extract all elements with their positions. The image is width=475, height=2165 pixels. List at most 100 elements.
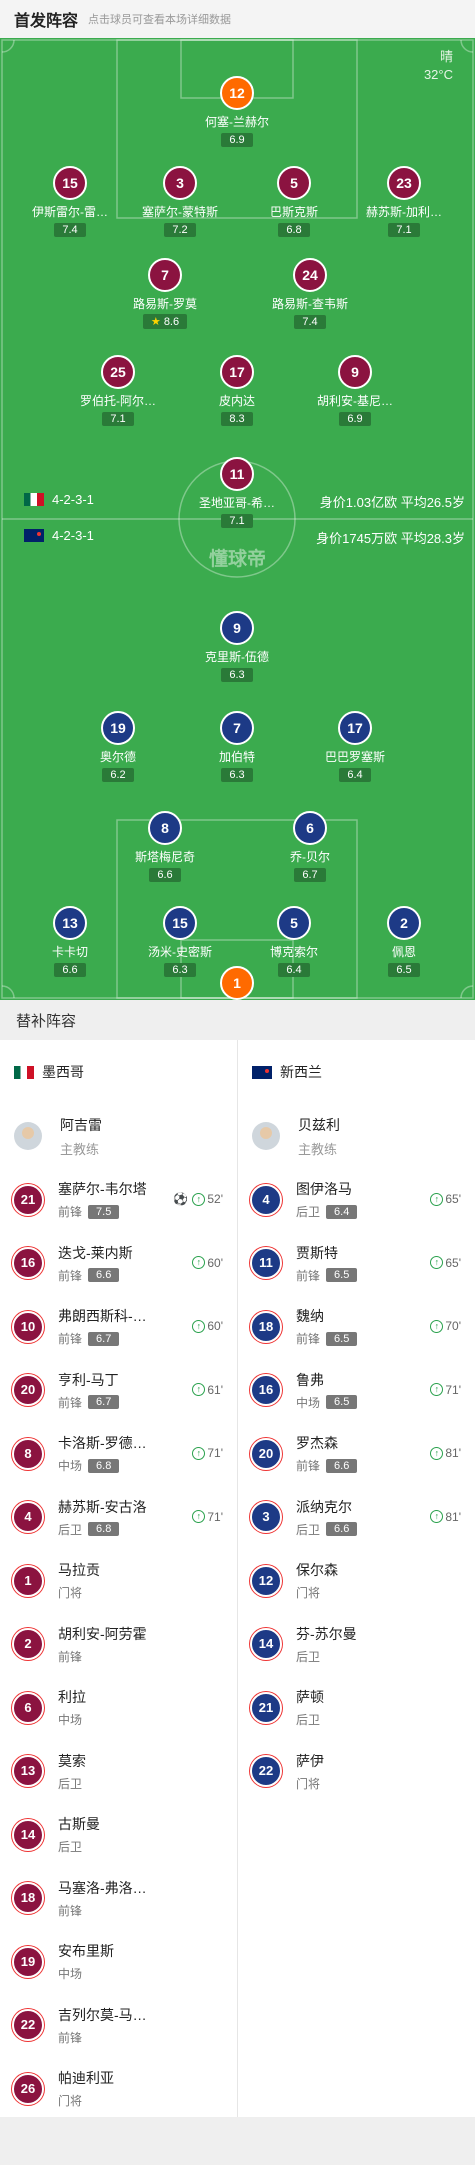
player-rating: 6.4 <box>339 768 371 782</box>
mexico-formation-row: 4-2-3-1 <box>24 492 94 507</box>
sub-player-row[interactable]: 8 卡洛斯-罗德… 中场 6.8 ↑ 71' <box>0 1422 237 1486</box>
sub-player-row[interactable]: 18 马塞洛-弗洛… 前锋 <box>0 1867 237 1931</box>
mexico-coach[interactable]: 阿吉雷 主教练 <box>0 1104 237 1168</box>
sub-player-row[interactable]: 3 派纳克尔 后卫 6.6 ↑ 81' <box>238 1486 475 1550</box>
page-title: 首发阵容 <box>14 13 79 30</box>
pitch-player[interactable]: 17 巴巴罗塞斯 6.4 <box>300 711 410 783</box>
coach-role: 主教练 <box>60 1141 100 1157</box>
sub-on-indicator: ↑ 70' <box>430 1319 461 1333</box>
sub-number-badge: 26 <box>12 2072 44 2105</box>
sub-player-position: 门将 <box>296 1776 321 1791</box>
player-name: 罗伯托-阿尔… <box>80 394 156 408</box>
sub-player-row[interactable]: 19 安布里斯 中场 <box>0 1930 237 1994</box>
nz-coach[interactable]: 贝兹利 主教练 <box>238 1104 475 1168</box>
sub-player-row[interactable]: 20 亨利-马丁 前锋 6.7 ↑ 61' <box>0 1359 237 1423</box>
player-rating: 7.4 <box>294 315 326 329</box>
pitch-player[interactable]: 9 胡利安-基尼… 6.9 <box>300 355 410 427</box>
weather-condition: 晴 <box>439 49 453 64</box>
pitch-player[interactable]: 1克罗科姆6.4 <box>182 966 292 1000</box>
sub-player-position: 门将 <box>296 1586 321 1601</box>
sub-player-row[interactable]: 10 弗朗西斯科-… 前锋 6.7 ↑ 60' <box>0 1295 237 1359</box>
sub-player-row[interactable]: 4 图伊洛马 后卫 6.4 ↑ 65' <box>238 1168 475 1232</box>
sub-on-indicator: ↑ 60' <box>192 1256 223 1270</box>
sub-player-row[interactable]: 13 莫索 后卫 <box>0 1740 237 1804</box>
player-rating-value: 8.6 <box>163 316 180 328</box>
sub-on-icon: ↑ <box>430 1319 444 1333</box>
sub-on-time: 60' <box>207 1319 223 1333</box>
player-rating-value: 6.4 <box>347 769 363 781</box>
pitch-player[interactable]: 24 路易斯-查韦斯 7.4 <box>255 258 365 330</box>
sub-player-row[interactable]: 14 古斯曼 后卫 <box>0 1803 237 1867</box>
player-rating-value: 6.9 <box>229 134 245 146</box>
player-rating-value: 6.5 <box>396 964 412 976</box>
pitch-player[interactable]: 6 乔-贝尔 6.7 <box>255 811 365 883</box>
pitch-player[interactable]: 2 佩恩 6.5 <box>349 906 459 978</box>
sub-player-row[interactable]: 18 魏纳 前锋 6.5 ↑ 70' <box>238 1295 475 1359</box>
sub-on-icon: ↑ <box>192 1192 206 1206</box>
sub-player-row[interactable]: 22 吉列尔莫-马… 前锋 <box>0 1994 237 2058</box>
player-number-badge: 23 <box>387 166 421 200</box>
player-number-badge: 7 <box>148 258 182 292</box>
sub-player-row[interactable]: 21 塞萨尔-韦尔塔 前锋 7.5 ⚽ ↑ 52' <box>0 1168 237 1232</box>
coach-avatar <box>14 1122 42 1150</box>
pitch-player[interactable]: 23 赫苏斯-加利… 7.1 <box>349 166 459 238</box>
pitch-player[interactable]: 7 路易斯-罗莫 ★ 8.6 <box>110 258 220 330</box>
pitch-player[interactable]: 15 伊斯雷尔-雷… 7.4 <box>15 166 125 238</box>
sub-player-row[interactable]: 14 芬-苏尔曼 后卫 <box>238 1613 475 1677</box>
sub-player-position: 后卫 <box>58 1522 83 1537</box>
sub-player-row[interactable]: 16 迭戈-莱内斯 前锋 6.6 ↑ 60' <box>0 1232 237 1296</box>
sub-player-position: 前锋 <box>58 1268 83 1283</box>
player-number-badge: 2 <box>387 906 421 940</box>
sub-player-row[interactable]: 21 萨顿 后卫 <box>238 1676 475 1740</box>
player-number-badge: 9 <box>338 355 372 389</box>
sub-number-badge: 16 <box>250 1374 282 1407</box>
sub-player-row[interactable]: 2 胡利安-阿劳霍 前锋 <box>0 1613 237 1677</box>
pitch-player[interactable]: 11 圣地亚哥-希… 7.1 <box>182 457 292 529</box>
sub-player-row[interactable]: 20 罗杰森 前锋 6.6 ↑ 81' <box>238 1422 475 1486</box>
pitch-player[interactable]: 7 加伯特 6.3 <box>182 711 292 783</box>
pitch-player[interactable]: 3 塞萨尔-蒙特斯 7.2 <box>125 166 235 238</box>
sub-player-name: 赫苏斯-安古洛 <box>58 1498 147 1515</box>
pitch-player[interactable]: 9 克里斯-伍德 6.3 <box>182 611 292 683</box>
player-rating: 6.3 <box>221 768 253 782</box>
pitch-player[interactable]: 12 何塞-兰赫尔 6.9 <box>182 76 292 148</box>
sub-player-name: 魏纳 <box>296 1308 324 1325</box>
sub-player-row[interactable]: 4 赫苏斯-安古洛 后卫 6.8 ↑ 71' <box>0 1486 237 1550</box>
mexico-subs-team: 墨西哥 <box>0 1040 237 1104</box>
sub-on-indicator: ↑ 71' <box>192 1446 223 1460</box>
pitch-player[interactable]: 25 罗伯托-阿尔… 7.1 <box>63 355 173 427</box>
sub-player-row[interactable]: 16 鲁弗 中场 6.5 ↑ 71' <box>238 1359 475 1423</box>
player-rating-value: 6.9 <box>347 413 363 425</box>
coach-name: 阿吉雷 <box>60 1116 102 1133</box>
sub-player-row[interactable]: 6 利拉 中场 <box>0 1676 237 1740</box>
sub-on-icon: ↑ <box>192 1319 206 1333</box>
sub-number-badge: 18 <box>250 1310 282 1343</box>
player-name: 赫苏斯-加利… <box>366 205 442 219</box>
sub-player-name: 迭戈-莱内斯 <box>58 1244 133 1261</box>
sub-player-position: 中场 <box>296 1395 321 1410</box>
mexico-flag-icon <box>14 1065 34 1079</box>
sub-player-row[interactable]: 12 保尔森 门将 <box>238 1549 475 1613</box>
pitch-player[interactable]: 13 卡卡切 6.6 <box>15 906 125 978</box>
sub-player-row[interactable]: 11 贾斯特 前锋 6.5 ↑ 65' <box>238 1232 475 1296</box>
sub-player-position: 前锋 <box>58 1205 83 1220</box>
sub-on-indicator: ↑ 71' <box>430 1383 461 1397</box>
player-rating: 6.5 <box>388 963 420 977</box>
sub-player-row[interactable]: 1 马拉贡 门将 <box>0 1549 237 1613</box>
sub-on-icon: ↑ <box>192 1446 206 1460</box>
player-rating-value: 6.2 <box>110 769 126 781</box>
sub-player-name: 古斯曼 <box>58 1816 100 1833</box>
sub-player-row[interactable]: 26 帕迪利亚 门将 <box>0 2057 237 2121</box>
player-name: 巴斯克斯 <box>269 205 318 219</box>
pitch-player[interactable]: 17 皮内达 8.3 <box>182 355 292 427</box>
player-rating: 6.8 <box>278 223 310 237</box>
player-rating-value: 6.8 <box>286 224 302 236</box>
sub-on-indicator: ↑ 65' <box>430 1192 461 1206</box>
pitch-player[interactable]: 5 巴斯克斯 6.8 <box>239 166 349 238</box>
pitch-player[interactable]: 8 斯塔梅尼奇 6.6 <box>110 811 220 883</box>
sub-number-badge: 11 <box>250 1247 282 1280</box>
player-rating-value: 6.3 <box>229 669 245 681</box>
pitch-player[interactable]: 19 奥尔德 6.2 <box>63 711 173 783</box>
sub-on-icon: ↑ <box>192 1256 206 1269</box>
sub-player-row[interactable]: 22 萨伊 门将 <box>238 1740 475 1804</box>
